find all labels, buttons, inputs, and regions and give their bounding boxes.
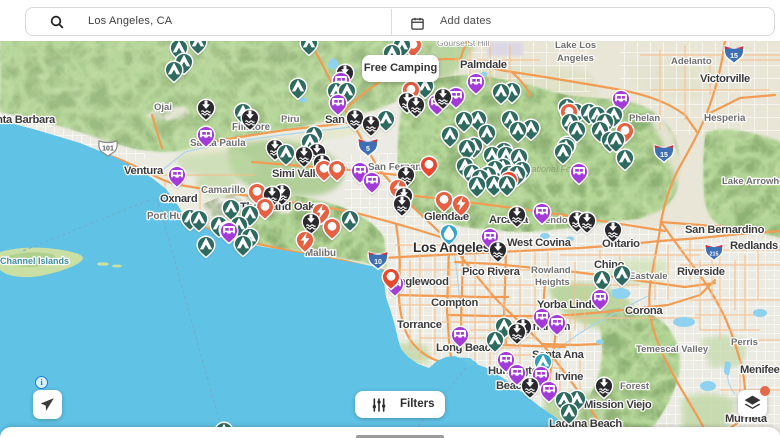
svg-text:Perris: Perris (731, 337, 758, 348)
svg-text:Camarillo: Camarillo (201, 185, 246, 196)
svg-text:15: 15 (660, 152, 668, 159)
svg-text:Santa Barbara: Santa Barbara (0, 114, 56, 126)
svg-text:Victorville: Victorville (700, 73, 750, 85)
svg-text:Compton: Compton (431, 297, 478, 309)
svg-text:Menifee: Menifee (740, 364, 780, 376)
svg-text:Angeles: Angeles (557, 53, 594, 64)
svg-text:San Bernardino: San Bernardino (685, 224, 765, 236)
svg-text:West Covina: West Covina (507, 237, 572, 249)
svg-text:Temescal Valley: Temescal Valley (636, 344, 709, 355)
svg-text:215: 215 (710, 252, 719, 258)
svg-text:5: 5 (366, 146, 370, 153)
svg-text:Eastvale: Eastvale (629, 271, 668, 282)
svg-text:Redlands: Redlands (730, 240, 778, 252)
svg-text:Lake Arrowhea: Lake Arrowhea (722, 176, 780, 187)
svg-text:Pico Rivera: Pico Rivera (462, 266, 521, 278)
svg-text:Lake Los: Lake Los (555, 40, 596, 51)
svg-text:Corona: Corona (625, 305, 663, 317)
svg-text:Ontario: Ontario (602, 238, 640, 250)
svg-text:Heights: Heights (535, 277, 570, 288)
svg-text:101: 101 (102, 145, 114, 152)
svg-text:15: 15 (730, 53, 738, 60)
svg-text:Forest: Forest (620, 381, 650, 392)
svg-text:Mission Viejo: Mission Viejo (584, 399, 652, 411)
svg-text:Rowland: Rowland (531, 265, 571, 276)
svg-text:Phelan: Phelan (629, 113, 660, 124)
svg-text:Channel Islands: Channel Islands (0, 256, 69, 266)
svg-text:Palmdale: Palmdale (460, 59, 507, 71)
svg-text:Oxnard: Oxnard (160, 193, 198, 205)
svg-text:Riverside: Riverside (677, 266, 725, 278)
svg-text:Adelanto: Adelanto (671, 56, 712, 67)
svg-text:Malibu: Malibu (305, 248, 336, 259)
svg-text:Hesperia: Hesperia (704, 113, 746, 124)
svg-text:10: 10 (374, 259, 382, 266)
svg-text:San: San (325, 114, 345, 126)
svg-text:Ojai: Ojai (154, 102, 172, 113)
svg-text:Piru: Piru (281, 114, 300, 125)
svg-text:Irvine: Irvine (555, 371, 583, 383)
svg-text:Torrance: Torrance (397, 319, 442, 331)
svg-text:Ventura: Ventura (124, 165, 164, 177)
